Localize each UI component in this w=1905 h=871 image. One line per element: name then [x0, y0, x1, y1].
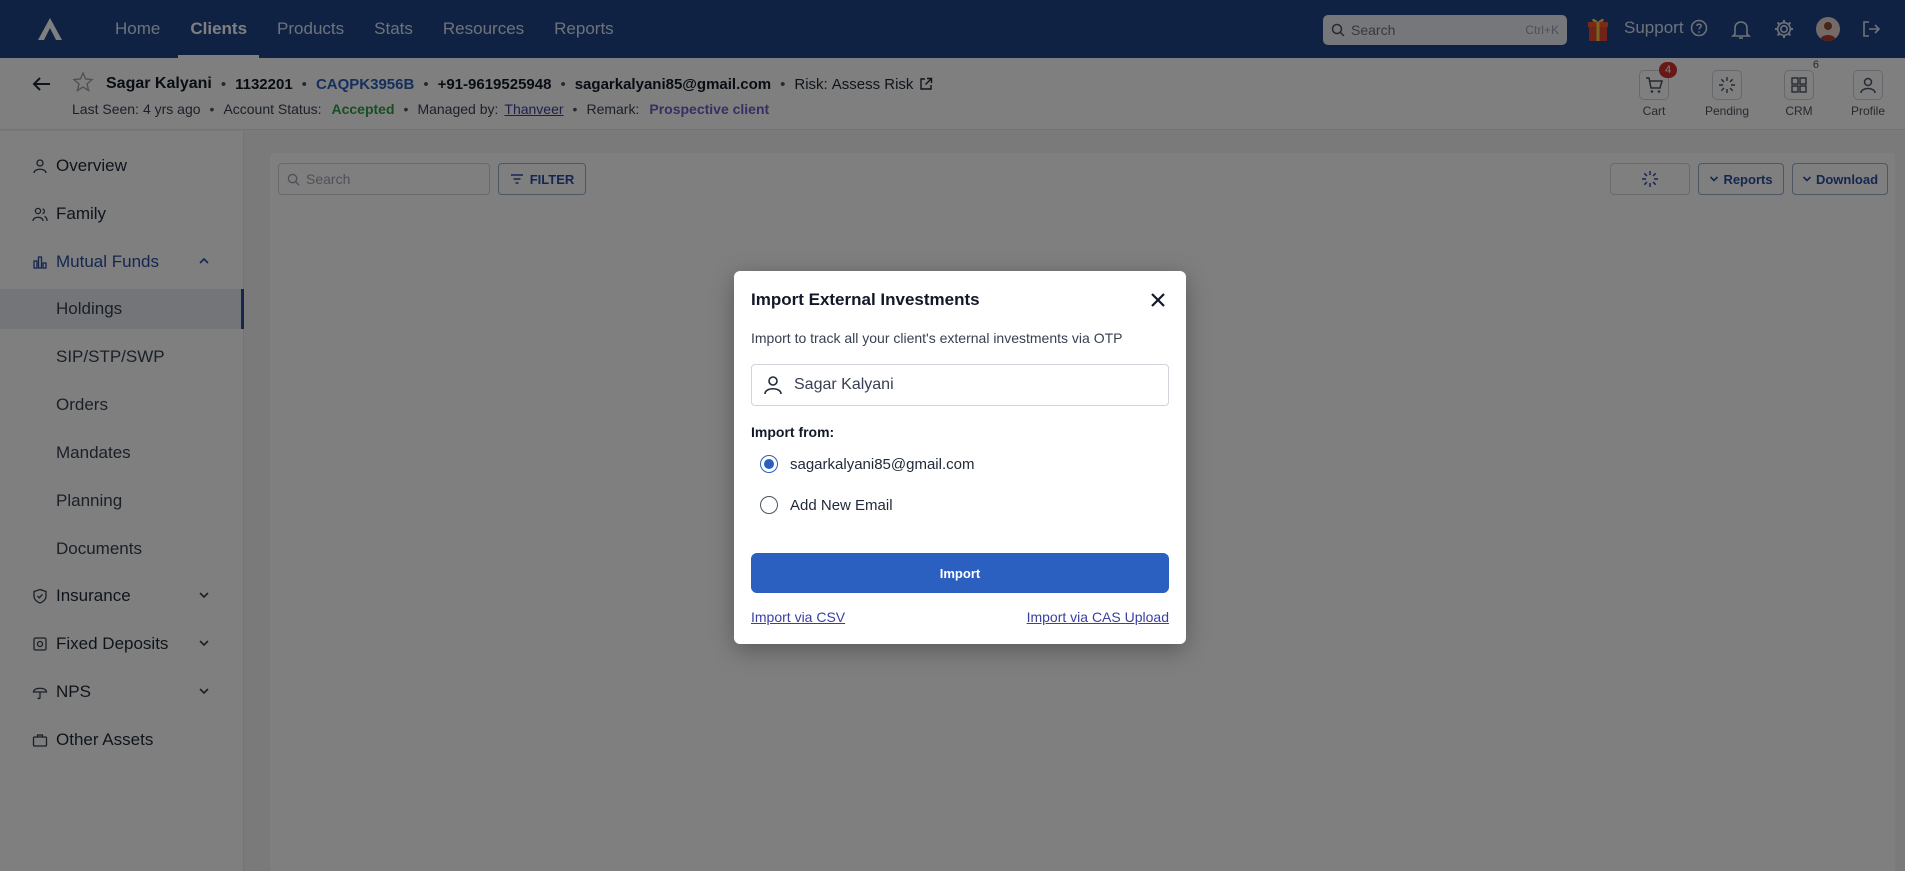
- client-name-field[interactable]: Sagar Kalyani: [751, 364, 1169, 406]
- import-via-cas-link[interactable]: Import via CAS Upload: [1027, 609, 1169, 625]
- person-icon: [764, 376, 782, 395]
- client-name-value: Sagar Kalyani: [794, 376, 894, 393]
- email-option-add-new[interactable]: Add New Email: [760, 496, 893, 514]
- close-icon[interactable]: [1148, 290, 1168, 310]
- dialog-title: Import External Investments: [751, 290, 980, 309]
- radio-unselected[interactable]: [760, 496, 778, 514]
- radio-selected[interactable]: [760, 455, 778, 473]
- import-via-csv-link[interactable]: Import via CSV: [751, 609, 845, 625]
- email-option-existing[interactable]: sagarkalyani85@gmail.com: [760, 455, 974, 473]
- dialog-description: Import to track all your client's extern…: [751, 330, 1123, 346]
- import-button[interactable]: Import: [751, 553, 1169, 593]
- add-new-email-label: Add New Email: [790, 496, 893, 514]
- import-from-label: Import from:: [751, 424, 835, 440]
- import-external-investments-dialog: Import External Investments Import to tr…: [734, 271, 1186, 644]
- email-option-label: sagarkalyani85@gmail.com: [790, 455, 975, 473]
